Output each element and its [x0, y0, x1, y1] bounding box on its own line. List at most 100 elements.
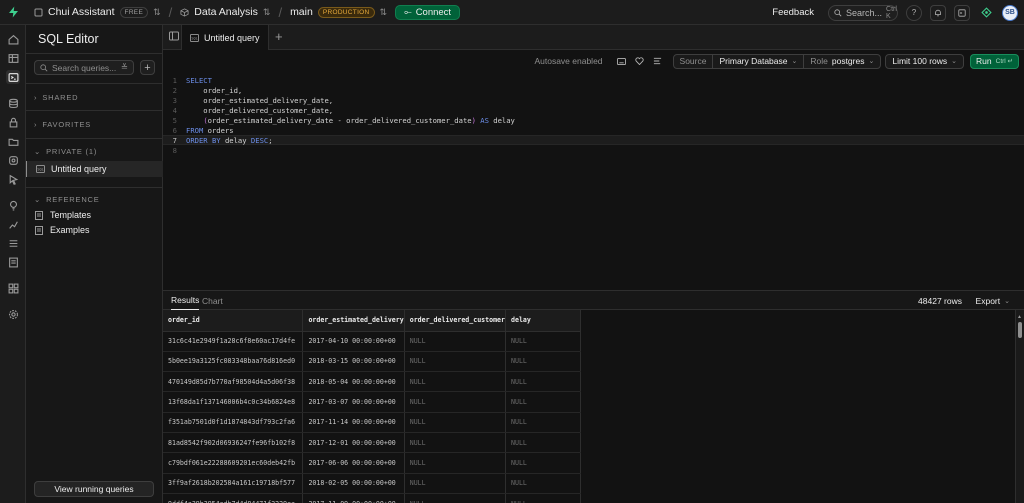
table-row[interactable]: 13f68da1f137146006b4c0c34b6824e8 2017-03-…: [163, 391, 581, 413]
column-header[interactable]: delay: [505, 310, 581, 332]
table-cell[interactable]: c79bdf061e22288609201ec60deb42fb: [163, 452, 304, 474]
keyboard-shortcuts-icon[interactable]: [615, 54, 629, 68]
table-cell[interactable]: f351ab7501d0f1d1874843df793c2fa6: [163, 412, 304, 433]
role-selector[interactable]: Role postgres ⌄: [804, 55, 880, 68]
favorite-heart-icon[interactable]: [633, 54, 647, 68]
table-cell[interactable]: 31c6c41e2949f1a28c6f8e60ac17d4fe: [163, 331, 304, 352]
code-line[interactable]: 2 order_id,: [163, 85, 1024, 95]
table-cell[interactable]: NULL: [505, 493, 581, 503]
sidebar-toggle-icon[interactable]: [169, 31, 179, 44]
help-icon[interactable]: ?: [906, 4, 922, 21]
table-cell[interactable]: NULL: [505, 331, 581, 352]
table-cell[interactable]: 2018-05-04 00:00:00+00: [302, 371, 405, 393]
connect-button[interactable]: ⟜ Connect: [395, 4, 461, 20]
table-cell[interactable]: NULL: [404, 452, 507, 474]
table-cell[interactable]: NULL: [505, 432, 581, 454]
section-favorites[interactable]: › FAVORITES: [34, 120, 91, 129]
table-cell[interactable]: NULL: [505, 391, 581, 413]
table-cell[interactable]: NULL: [404, 412, 507, 433]
database-icon[interactable]: [6, 96, 20, 110]
code-line[interactable]: 8: [163, 145, 1024, 155]
table-cell[interactable]: 2017-06-06 00:00:00+00: [302, 452, 405, 474]
home-icon[interactable]: [6, 32, 20, 46]
table-cell[interactable]: NULL: [505, 452, 581, 474]
tab-untitled-query[interactable]: SQL Untitled query: [181, 25, 269, 50]
table-cell[interactable]: NULL: [505, 412, 581, 433]
new-query-button[interactable]: +: [140, 60, 155, 75]
sql-editor-icon[interactable]: [6, 70, 20, 84]
results-grid[interactable]: order_id order_estimated_delivery order_…: [163, 310, 581, 503]
tab-results[interactable]: Results: [171, 291, 200, 310]
table-cell[interactable]: 9ddf4a39b3954edb7d4d84471f3229ea: [163, 493, 304, 503]
scroll-up-icon[interactable]: ▲: [1017, 314, 1022, 320]
scroll-thumb[interactable]: [1018, 322, 1022, 338]
table-cell[interactable]: NULL: [404, 493, 507, 503]
format-align-icon[interactable]: [651, 54, 665, 68]
code-line[interactable]: 3 order_estimated_delivery_date,: [163, 95, 1024, 105]
table-row[interactable]: 3ff9af2618b202584a161c19718bf577 2018-02-…: [163, 473, 581, 494]
table-cell[interactable]: 81ad8542f902d06936247fe96fb102f8: [163, 432, 304, 454]
api-docs-icon[interactable]: [6, 255, 20, 269]
sidebar-item-templates[interactable]: Templates: [26, 207, 163, 223]
table-cell[interactable]: NULL: [505, 351, 581, 373]
reports-icon[interactable]: [6, 217, 20, 231]
terminal-icon[interactable]: [954, 4, 970, 21]
global-search[interactable]: Search... Ctrl K: [828, 4, 898, 21]
table-row[interactable]: f351ab7501d0f1d1874843df793c2fa6 2017-11-…: [163, 412, 581, 433]
advisors-icon[interactable]: [6, 198, 20, 212]
table-cell[interactable]: 2017-04-10 00:00:00+00: [302, 331, 405, 352]
sidebar-item-examples[interactable]: Examples: [26, 222, 163, 238]
sql-code-editor[interactable]: 1 SELECT 2 order_id, 3 order_estimated_de…: [163, 73, 1024, 290]
row-limit-selector[interactable]: Limit 100 rows ⌄: [885, 53, 965, 69]
logs-icon[interactable]: [6, 236, 20, 250]
realtime-icon[interactable]: [6, 172, 20, 186]
table-cell[interactable]: 2018-02-05 00:00:00+00: [302, 473, 405, 494]
table-cell[interactable]: NULL: [404, 351, 507, 373]
table-row[interactable]: 31c6c41e2949f1a28c6f8e60ac17d4fe 2017-04-…: [163, 331, 581, 352]
table-cell[interactable]: 2017-11-09 00:00:00+00: [302, 493, 405, 503]
project-switcher[interactable]: Data Analysis ⇅: [180, 6, 270, 18]
table-cell[interactable]: 2017-11-14 00:00:00+00: [302, 412, 405, 433]
table-cell[interactable]: 2018-03-15 00:00:00+00: [302, 351, 405, 373]
assistant-icon[interactable]: [978, 5, 994, 21]
table-row[interactable]: 470149d85d7b770af98504d4a5d06f38 2018-05-…: [163, 371, 581, 393]
table-cell[interactable]: 5b0ee19a3125fc083348baa76d816ed0: [163, 351, 304, 373]
table-cell[interactable]: NULL: [505, 371, 581, 393]
table-row[interactable]: 9ddf4a39b3954edb7d4d84471f3229ea2017-11-…: [163, 493, 581, 503]
code-line-current[interactable]: 7 ORDER BY delay DESC;: [163, 135, 1024, 145]
table-cell[interactable]: NULL: [404, 371, 507, 393]
sidebar-item-untitled-query[interactable]: SQL Untitled query: [26, 161, 163, 177]
table-cell[interactable]: 470149d85d7b770af98504d4a5d06f38: [163, 371, 304, 393]
table-editor-icon[interactable]: [6, 51, 20, 65]
query-search-input[interactable]: Search queries... ≚: [34, 60, 134, 75]
feedback-button[interactable]: Feedback: [772, 7, 814, 18]
code-line[interactable]: 6 FROM orders: [163, 125, 1024, 135]
export-button[interactable]: Export ⌄: [976, 291, 1010, 310]
settings-gear-icon[interactable]: [6, 307, 20, 321]
table-row[interactable]: c79bdf061e22288609201ec60deb42fb 2017-06-…: [163, 452, 581, 474]
storage-icon[interactable]: [6, 134, 20, 148]
table-cell[interactable]: NULL: [404, 331, 507, 352]
table-row[interactable]: 81ad8542f902d06936247fe96fb102f8 2017-12-…: [163, 432, 581, 454]
integrations-icon[interactable]: [6, 281, 20, 295]
section-reference[interactable]: ⌄ REFERENCE: [34, 195, 100, 204]
user-avatar[interactable]: SB: [1002, 4, 1018, 21]
edge-functions-icon[interactable]: [6, 153, 20, 167]
code-line[interactable]: 5 (order_estimated_delivery_date - order…: [163, 115, 1024, 125]
table-cell[interactable]: NULL: [404, 473, 507, 494]
filter-icon[interactable]: ≚: [121, 62, 128, 73]
branch-switcher[interactable]: main PRODUCTION ⇅: [290, 6, 387, 18]
table-row[interactable]: 5b0ee19a3125fc083348baa76d816ed0 2018-03-…: [163, 351, 581, 373]
new-tab-plus-icon[interactable]: +: [275, 29, 283, 44]
section-shared[interactable]: › SHARED: [34, 93, 78, 102]
table-cell[interactable]: NULL: [404, 391, 507, 413]
view-running-queries-button[interactable]: View running queries: [34, 481, 154, 497]
notifications-icon[interactable]: [930, 4, 946, 21]
column-header[interactable]: order_id: [163, 310, 304, 332]
table-cell[interactable]: 2017-12-01 00:00:00+00: [302, 432, 405, 454]
code-line[interactable]: 4 order_delivered_customer_date,: [163, 105, 1024, 115]
tab-chart[interactable]: Chart: [202, 291, 223, 310]
source-selector[interactable]: Source Primary Database ⌄ Role postgres ⌄: [672, 53, 882, 69]
table-cell[interactable]: 2017-03-07 00:00:00+00: [302, 391, 405, 413]
run-query-button[interactable]: Run Ctrl ↵: [970, 53, 1019, 69]
